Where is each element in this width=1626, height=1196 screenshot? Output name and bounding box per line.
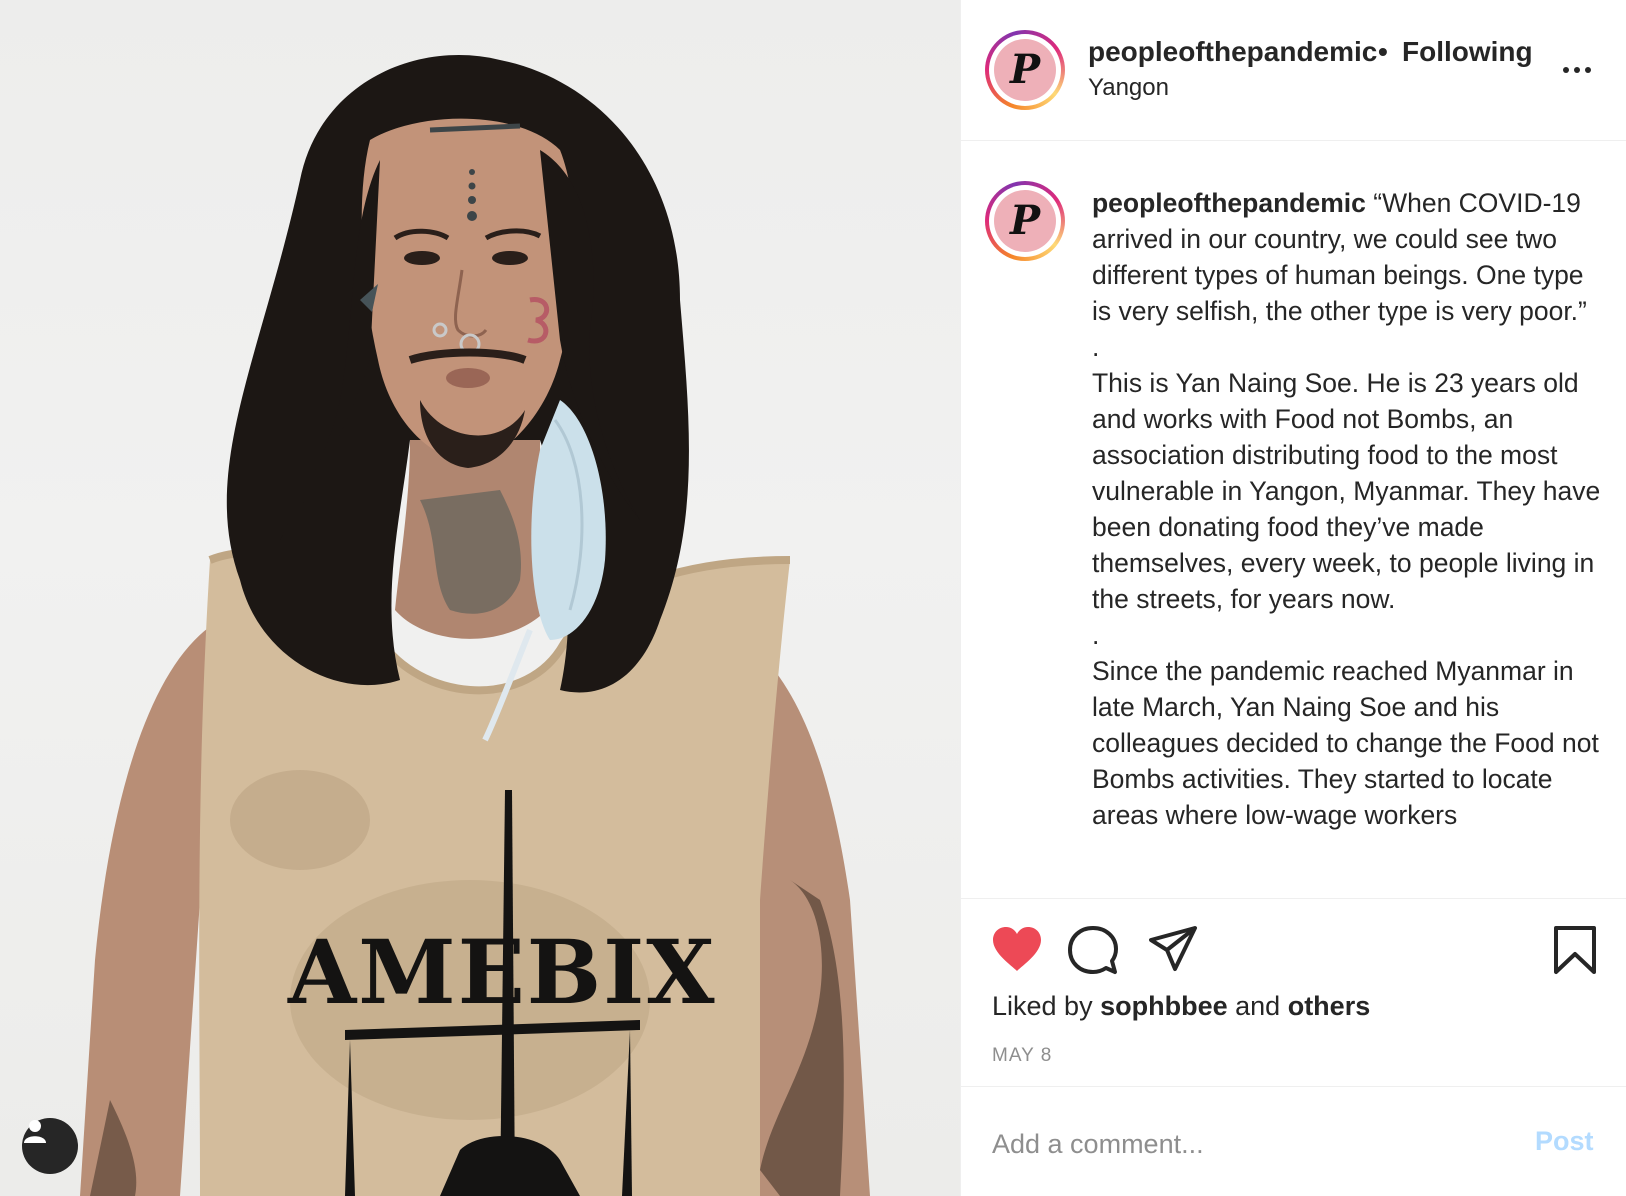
caption-username[interactable]: peopleofthepandemic [1092,188,1366,218]
post-caption: peopleofthepandemic “When COVID-19 arriv… [1092,185,1602,833]
post-date[interactable]: MAY 8 [992,1045,1052,1067]
post-button[interactable]: Post [1535,1126,1594,1157]
separator-dot: • [1378,36,1388,67]
liked-and: and [1235,991,1281,1021]
comment-input[interactable] [992,1124,1492,1164]
avatar-letter: P [1009,46,1041,93]
caption-paragraph: Since the pandemic reached Myanmar in la… [1092,656,1599,830]
liked-user-link[interactable]: sophbbee [1100,991,1228,1021]
caption-paragraph: peopleofthepandemic “When COVID-19 arriv… [1092,185,1602,329]
caption-separator: . [1092,332,1100,362]
more-options-icon[interactable] [1563,58,1603,82]
liked-by-text: Liked by sophbbee and others [992,991,1370,1022]
caption-avatar[interactable]: P [985,181,1065,261]
caption-separator: . [1092,620,1100,650]
avatar[interactable]: P [985,30,1065,110]
share-icon[interactable] [1148,925,1198,973]
post-header: P peopleofthepandemic • Following Yangon [961,0,1626,141]
caption-paragraph: This is Yan Naing Soe. He is 23 years ol… [1092,368,1601,614]
liked-others-link[interactable]: others [1288,991,1371,1021]
user-tag-button[interactable] [22,1118,78,1174]
post-side-panel: P peopleofthepandemic • Following Yangon… [960,0,1626,1196]
person-icon [24,1120,46,1143]
username-link[interactable]: peopleofthepandemic [1088,36,1378,68]
avatar-letter: P [1009,197,1041,244]
liked-prefix: Liked by [992,991,1093,1021]
location-link[interactable]: Yangon [1088,74,1169,102]
shirt-print-text: AMEBIX [288,920,717,1024]
heart-icon[interactable] [991,925,1043,973]
post-photo[interactable]: AMEBIX [0,0,960,1196]
comments-section: P peopleofthepandemic “When COVID-19 arr… [961,141,1626,899]
following-button[interactable]: Following [1402,36,1533,68]
bookmark-icon[interactable] [1553,925,1597,975]
action-bar: Liked by sophbbee and others MAY 8 [961,899,1626,1087]
comment-icon[interactable] [1068,925,1118,975]
comment-box: Post [961,1088,1626,1196]
